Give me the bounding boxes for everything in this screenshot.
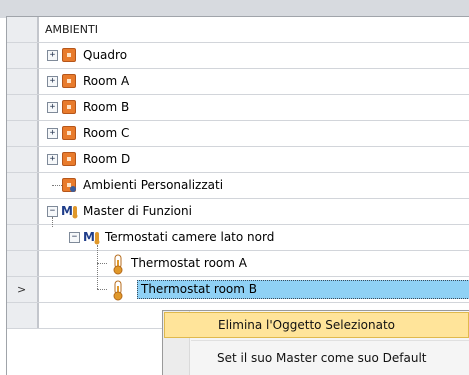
expand-button[interactable]: + [47, 102, 58, 113]
room-icon [62, 100, 76, 114]
row-header-cell[interactable] [7, 43, 38, 68]
row-header-cell[interactable] [7, 121, 38, 146]
tree-row-room-c[interactable]: + Room C [7, 121, 469, 147]
tree-row-master-di-funzioni[interactable]: − M Master di Funzioni [7, 199, 469, 225]
master-functions-icon: M [61, 204, 78, 219]
custom-rooms-icon [62, 178, 76, 192]
row-header-cell[interactable] [7, 95, 38, 120]
room-icon [62, 48, 76, 62]
tree-item-label[interactable]: Room A [83, 69, 129, 94]
tree-row-quadro[interactable]: + Quadro [7, 43, 469, 69]
context-menu: Elimina l'Oggetto Selezionato Set il suo… [162, 310, 469, 375]
expand-button[interactable]: + [47, 76, 58, 87]
tree-item-label[interactable]: Room B [83, 95, 129, 120]
menu-separator [191, 340, 469, 341]
tree-item-label[interactable]: Master di Funzioni [83, 199, 192, 224]
tree-item-label[interactable]: Thermostat room B [141, 277, 257, 302]
svg-text:M: M [83, 230, 95, 244]
tree-row-thermostat-room-b[interactable]: > Thermostat room B [7, 277, 469, 303]
row-header-cell[interactable] [7, 173, 38, 198]
collapse-button[interactable]: − [47, 206, 58, 217]
row-header-cell[interactable]: > [7, 277, 38, 302]
current-row-indicator: > [17, 283, 27, 296]
room-icon [62, 74, 76, 88]
row-header-cell[interactable] [7, 251, 38, 276]
tree-connector [52, 217, 53, 227]
room-icon [62, 152, 76, 166]
tree-row-room-b[interactable]: + Room B [7, 95, 469, 121]
header-row: AMBIENTI [7, 17, 469, 43]
thermostat-group-icon: M [83, 230, 100, 245]
tree-row-ambienti-personalizzati[interactable]: Ambienti Personalizzati [7, 173, 469, 199]
tree-connector [52, 185, 62, 186]
room-icon [62, 126, 76, 140]
user-badge-icon [70, 186, 76, 192]
tree-item-label[interactable]: Ambienti Personalizzati [83, 173, 223, 198]
tree-row-room-d[interactable]: + Room D [7, 147, 469, 173]
tree-item-label[interactable]: Termostati camere lato nord [105, 225, 274, 250]
tree-connector [97, 263, 107, 264]
tree-item-label[interactable]: Room D [83, 147, 130, 172]
svg-text:M: M [61, 204, 73, 218]
row-header-cell [7, 303, 38, 328]
row-header-cell[interactable] [7, 69, 38, 94]
thermometer-icon [113, 280, 123, 301]
column-header-ambienti[interactable]: AMBIENTI [39, 17, 98, 42]
row-header-cell [7, 17, 38, 42]
tree-connector [97, 289, 107, 290]
expand-button[interactable]: + [47, 128, 58, 139]
tree-item-label[interactable]: Thermostat room A [131, 251, 247, 276]
tree-row-room-a[interactable]: + Room A [7, 69, 469, 95]
expand-button[interactable]: + [47, 50, 58, 61]
row-header-cell[interactable] [7, 225, 38, 250]
expand-button[interactable]: + [47, 154, 58, 165]
menu-item-set-master-default[interactable]: Set il suo Master come suo Default [164, 345, 469, 371]
tree-item-label[interactable]: Quadro [83, 43, 127, 68]
collapse-button[interactable]: − [69, 232, 80, 243]
row-header-cell[interactable] [7, 147, 38, 172]
thermometer-icon [113, 254, 123, 275]
tree-row-thermostat-room-a[interactable]: Thermostat room A [7, 245, 469, 289]
row-header-cell[interactable] [7, 199, 38, 224]
tree-row-termostati-camere[interactable]: − M Termostati camere lato nord [7, 217, 469, 251]
tree-item-label[interactable]: Room C [83, 121, 129, 146]
menu-item-delete-selected[interactable]: Elimina l'Oggetto Selezionato [164, 312, 469, 338]
